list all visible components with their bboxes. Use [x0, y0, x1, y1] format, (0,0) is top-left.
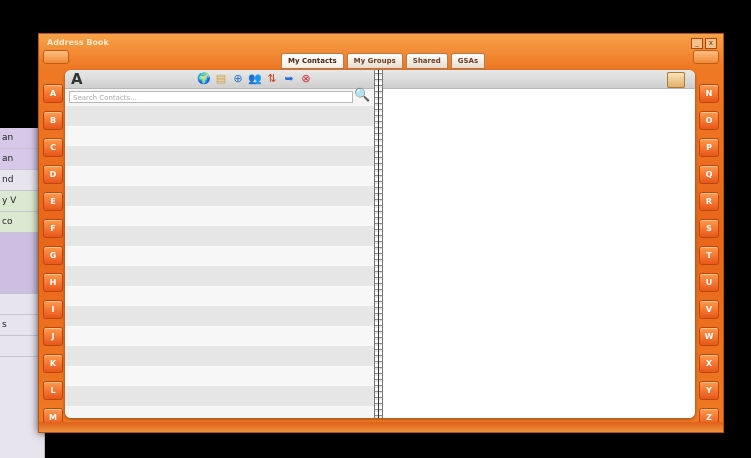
letter-button-v[interactable]: V	[699, 300, 719, 319]
list-item[interactable]	[65, 206, 374, 226]
address-book-window: Address Book _ x My Contacts My Groups S…	[38, 33, 724, 433]
letter-button-u[interactable]: U	[699, 273, 719, 292]
list-item[interactable]	[65, 106, 374, 126]
list-item[interactable]	[65, 346, 374, 366]
contact-detail-page	[383, 70, 695, 418]
letter-button-r[interactable]: R	[699, 192, 719, 211]
letter-button-c[interactable]: C	[43, 138, 63, 157]
letter-button-j[interactable]: J	[43, 327, 63, 346]
minimize-button[interactable]: _	[691, 38, 703, 49]
search-contacts-input[interactable]: Search Contacts...	[69, 91, 353, 103]
letter-button-h[interactable]: H	[43, 273, 63, 292]
tab-my-groups[interactable]: My Groups	[346, 53, 403, 69]
add-contact-icon[interactable]: ⊕	[231, 72, 245, 86]
list-item[interactable]	[65, 326, 374, 346]
contacts-page-header: A 🌍 ▤ ⊕ 👥 ⇅ ➥ ⊗	[65, 70, 374, 89]
letter-button-o[interactable]: O	[699, 111, 719, 130]
close-button[interactable]: x	[705, 38, 717, 49]
list-item[interactable]	[65, 126, 374, 146]
letter-button-t[interactable]: T	[699, 246, 719, 265]
list-item[interactable]	[65, 306, 374, 326]
letter-button-e[interactable]: E	[43, 192, 63, 211]
spine-divider	[378, 70, 379, 418]
letter-index-right: NOPQRSTUVWXYZ	[699, 84, 719, 427]
contacts-page: A 🌍 ▤ ⊕ 👥 ⇅ ➥ ⊗ Search Contacts... 🔍	[65, 70, 374, 418]
section-letter: A	[71, 70, 83, 88]
list-item[interactable]	[65, 146, 374, 166]
letter-button-s[interactable]: S	[699, 219, 719, 238]
tab-my-contacts[interactable]: My Contacts	[281, 53, 344, 69]
globe-icon[interactable]: 🌍	[197, 72, 211, 86]
list-item[interactable]	[65, 386, 374, 406]
letter-button-y[interactable]: Y	[699, 381, 719, 400]
letter-button-k[interactable]: K	[43, 354, 63, 373]
search-icon[interactable]: 🔍	[354, 88, 370, 103]
right-corner-button[interactable]	[693, 50, 719, 64]
list-item[interactable]	[65, 166, 374, 186]
window-title: Address Book	[47, 38, 109, 47]
notebook-icon[interactable]	[667, 72, 685, 88]
list-item[interactable]	[65, 266, 374, 286]
list-item[interactable]	[65, 366, 374, 386]
window-controls: _ x	[691, 38, 717, 49]
list-item[interactable]	[65, 186, 374, 206]
tab-gsas[interactable]: GSAs	[450, 53, 486, 69]
letter-button-g[interactable]: G	[43, 246, 63, 265]
contacts-list	[65, 106, 374, 406]
delete-icon[interactable]: ⊗	[299, 72, 313, 86]
letter-button-i[interactable]: I	[43, 300, 63, 319]
letter-button-w[interactable]: W	[699, 327, 719, 346]
letter-button-d[interactable]: D	[43, 165, 63, 184]
notebook-icon[interactable]: ▤	[214, 72, 228, 86]
contacts-toolbar: 🌍 ▤ ⊕ 👥 ⇅ ➥ ⊗	[197, 72, 313, 86]
letter-button-p[interactable]: P	[699, 138, 719, 157]
export-icon[interactable]: ➥	[282, 72, 296, 86]
list-item[interactable]	[65, 246, 374, 266]
address-book: A 🌍 ▤ ⊕ 👥 ⇅ ➥ ⊗ Search Contacts... 🔍	[65, 70, 695, 418]
detail-page-header	[383, 70, 695, 89]
letter-button-f[interactable]: F	[43, 219, 63, 238]
bottom-bar	[39, 422, 723, 432]
letter-button-b[interactable]: B	[43, 111, 63, 130]
letter-button-l[interactable]: L	[43, 381, 63, 400]
letter-button-n[interactable]: N	[699, 84, 719, 103]
tab-bar: My Contacts My Groups Shared GSAs	[281, 53, 486, 69]
left-corner-button[interactable]	[43, 50, 69, 64]
list-item[interactable]	[65, 286, 374, 306]
letter-button-x[interactable]: X	[699, 354, 719, 373]
letter-button-a[interactable]: A	[43, 84, 63, 103]
list-item[interactable]	[65, 226, 374, 246]
import-icon[interactable]: ⇅	[265, 72, 279, 86]
letter-button-q[interactable]: Q	[699, 165, 719, 184]
tab-shared[interactable]: Shared	[405, 53, 448, 69]
letter-index-left: ABCDEFGHIJKLM	[43, 84, 63, 427]
contacts-icon[interactable]: 👥	[248, 72, 262, 86]
